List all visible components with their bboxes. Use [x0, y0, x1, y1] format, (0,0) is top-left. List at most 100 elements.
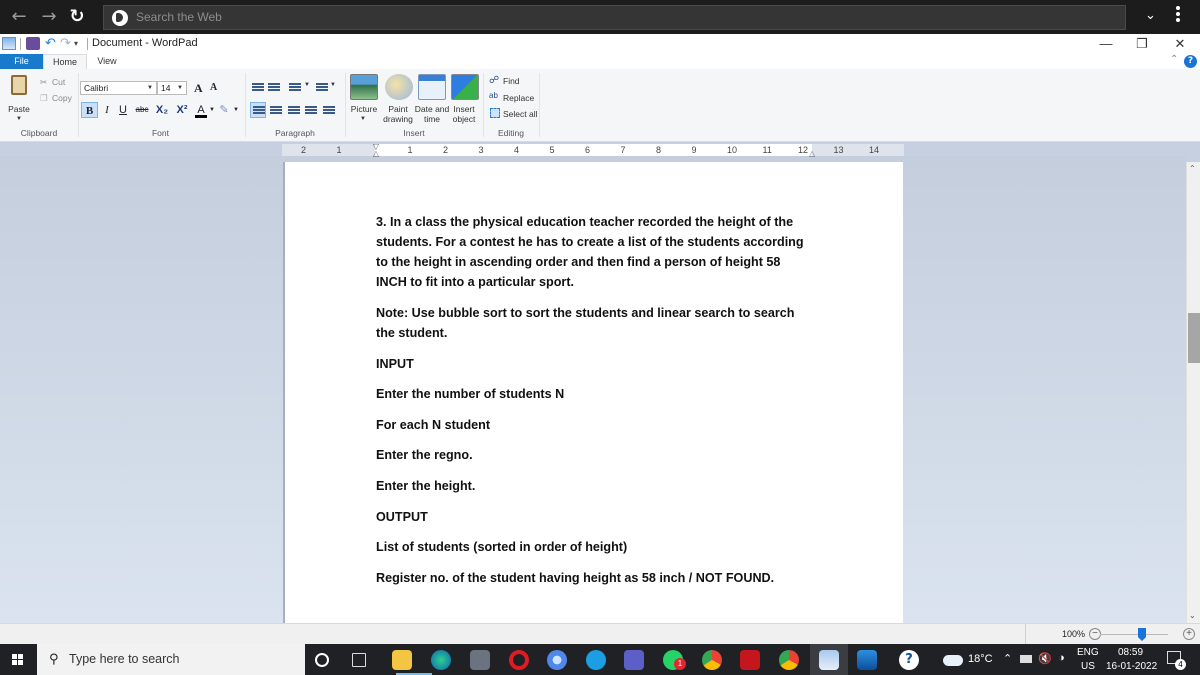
more-menu-icon[interactable]	[1176, 6, 1182, 24]
skype-icon[interactable]	[586, 650, 606, 670]
address-bar[interactable]: Search the Web	[103, 5, 1126, 30]
help-button[interactable]: ?	[1184, 55, 1197, 68]
minimize-button[interactable]: —	[1086, 34, 1126, 54]
ruler-label: 12	[798, 145, 809, 155]
photos-icon[interactable]	[857, 650, 877, 670]
scroll-down-icon[interactable]: ⌄	[1189, 611, 1196, 620]
align-center-icon[interactable]	[270, 106, 282, 116]
increase-indent-icon[interactable]	[268, 83, 280, 93]
underline-button[interactable]: U	[117, 102, 129, 118]
paste-icon[interactable]	[11, 75, 27, 95]
search-engine-icon	[112, 10, 128, 26]
calculator-icon[interactable]	[470, 650, 490, 670]
document-line: students. For a contest he has to create…	[376, 235, 804, 249]
cortana-icon[interactable]	[315, 653, 329, 667]
line-spacing-icon[interactable]	[316, 83, 328, 93]
decrease-indent-icon[interactable]	[252, 83, 264, 93]
ruler-label: 3	[478, 145, 484, 155]
clock-time[interactable]: 08:59	[1118, 647, 1143, 658]
task-view-icon[interactable]	[352, 653, 366, 667]
replace-button[interactable]: Replace	[503, 93, 534, 103]
zoom-in-button[interactable]: +	[1183, 628, 1195, 640]
acrobat-icon[interactable]	[740, 650, 760, 670]
edge-icon[interactable]	[431, 650, 451, 670]
superscript-button[interactable]: X²	[174, 102, 190, 118]
tab-file[interactable]: File	[0, 54, 43, 69]
align-right-icon[interactable]	[288, 106, 300, 116]
volume-muted-icon[interactable]: 🔇	[1038, 652, 1052, 665]
battery-icon[interactable]	[1020, 655, 1032, 663]
scroll-up-icon[interactable]: ⌃	[1189, 164, 1196, 173]
collapse-ribbon-icon[interactable]: ⌃	[1170, 54, 1178, 65]
bullets-icon[interactable]	[289, 83, 301, 93]
line-spacing-dropdown-icon[interactable]: ▼	[330, 82, 336, 88]
wifi-icon[interactable]: ◑	[1058, 652, 1065, 664]
scroll-thumb[interactable]	[1188, 313, 1200, 363]
date-time-icon[interactable]	[418, 74, 446, 100]
whatsapp-badge: 1	[674, 658, 686, 670]
paste-dropdown-icon[interactable]: ▼	[12, 114, 26, 124]
save-icon[interactable]	[26, 37, 40, 50]
italic-button[interactable]: I	[101, 102, 113, 118]
teams-icon[interactable]	[624, 650, 644, 670]
copy-button[interactable]: Copy	[52, 93, 72, 103]
vertical-scrollbar[interactable]: ⌃ ⌄	[1186, 162, 1200, 623]
highlight-icon[interactable]: ✎	[218, 102, 230, 118]
help-app-icon[interactable]: ?	[899, 650, 919, 670]
chrome-j-icon[interactable]	[779, 650, 799, 670]
opera-icon[interactable]	[509, 650, 529, 670]
paste-button[interactable]: Paste	[4, 104, 34, 114]
highlight-dropdown-icon[interactable]: ▼	[232, 102, 240, 118]
cut-button[interactable]: Cut	[52, 77, 65, 87]
font-family-select[interactable]: Calibri ▼	[80, 81, 157, 95]
clock-date[interactable]: 16-01-2022	[1106, 661, 1157, 672]
reload-icon[interactable]: ↻	[66, 6, 88, 28]
wordpad-app-icon[interactable]	[2, 37, 16, 50]
ruler-label: 10	[727, 145, 738, 155]
chrome-s-icon[interactable]	[702, 650, 722, 670]
subscript-button[interactable]: X₂	[154, 102, 170, 118]
tab-view[interactable]: View	[87, 54, 127, 69]
indent-marker[interactable]: ▽ △	[372, 143, 380, 158]
shrink-font-button[interactable]: A	[210, 82, 217, 93]
font-color-dropdown-icon[interactable]: ▼	[208, 102, 216, 118]
select-all-button[interactable]: Select all	[503, 109, 538, 119]
chevron-down-icon[interactable]: ⌄	[1145, 8, 1156, 23]
tab-home[interactable]: Home	[43, 54, 87, 69]
paragraph-settings-icon[interactable]	[323, 106, 335, 116]
font-color-button[interactable]: A	[195, 102, 207, 118]
tray-overflow-icon[interactable]: ⌃	[1003, 652, 1012, 665]
wordpad-taskbar-icon[interactable]	[819, 650, 839, 670]
find-button[interactable]: Find	[503, 76, 520, 86]
chrome-profile-icon[interactable]	[547, 650, 567, 670]
font-size-select[interactable]: 14 ▼	[157, 81, 187, 95]
right-indent-marker[interactable]: △	[809, 150, 817, 158]
weather-temperature[interactable]: 18°C	[968, 653, 993, 665]
windows-start-icon[interactable]	[12, 654, 24, 666]
strikethrough-button[interactable]: abc	[134, 102, 150, 118]
back-icon[interactable]: ←	[8, 6, 30, 28]
bold-button[interactable]: B	[81, 102, 98, 118]
picture-button[interactable]: Picture	[346, 104, 382, 114]
zoom-slider-thumb[interactable]	[1138, 628, 1146, 641]
grow-font-button[interactable]: A	[194, 81, 203, 96]
paint-drawing-icon[interactable]	[385, 74, 413, 100]
file-explorer-icon[interactable]	[392, 650, 412, 670]
taskbar-search[interactable]: ⚲ Type here to search	[37, 644, 305, 675]
forward-icon[interactable]: →	[38, 6, 60, 28]
picture-dropdown-icon[interactable]: ▼	[356, 114, 370, 124]
language-bottom[interactable]: US	[1081, 661, 1095, 672]
justify-icon[interactable]	[305, 106, 317, 116]
insert-object-button[interactable]: Insert object	[446, 104, 482, 124]
zoom-slider-track[interactable]	[1100, 634, 1168, 635]
close-button[interactable]: ✕	[1160, 34, 1200, 54]
restore-button[interactable]: ❐	[1122, 34, 1162, 54]
insert-object-icon[interactable]	[451, 74, 479, 100]
picture-icon[interactable]	[350, 74, 378, 100]
notification-count: 4	[1175, 659, 1186, 670]
customize-quick-access-icon[interactable]: ▾	[74, 37, 88, 50]
undo-icon[interactable]: ↶	[45, 37, 59, 50]
redo-icon[interactable]: ↷	[60, 37, 74, 50]
language-top[interactable]: ENG	[1077, 647, 1099, 658]
bullets-dropdown-icon[interactable]: ▼	[304, 82, 310, 88]
